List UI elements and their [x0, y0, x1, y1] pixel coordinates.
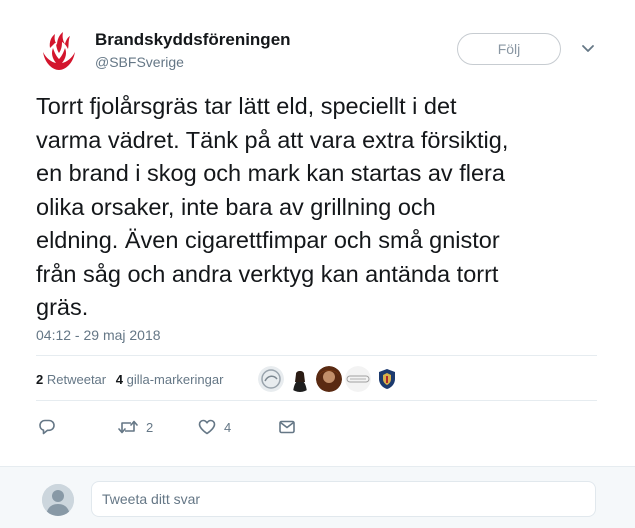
reply-icon: [39, 419, 55, 435]
liker-avatar-4[interactable]: [345, 366, 371, 392]
likes-count: 4: [115, 372, 123, 387]
author-avatar[interactable]: [35, 26, 83, 74]
tweet-text: Torrt fjolårsgräs tar lätt eld, speciell…: [36, 93, 509, 320]
tweet-timestamp[interactable]: 04:12 - 29 maj 2018: [36, 327, 161, 343]
liker-avatar-5[interactable]: [374, 366, 400, 392]
retweet-count: 2: [146, 419, 154, 435]
flame-logo-icon: [35, 26, 83, 74]
retweet-icon: [118, 420, 138, 434]
author-name[interactable]: Brandskyddsföreningen: [95, 30, 291, 50]
liker-avatar-1[interactable]: [258, 366, 284, 392]
retweets-count: 2: [36, 372, 44, 387]
heart-icon: [198, 419, 216, 435]
follow-button[interactable]: Följ: [457, 33, 561, 65]
liker-avatar-3[interactable]: [316, 366, 342, 392]
retweets-stat[interactable]: 2 Retweetar: [36, 372, 106, 387]
reply-button[interactable]: [38, 417, 56, 437]
engagement-stats: 2 Retweetar 4 gilla-markeringar: [36, 372, 229, 387]
likes-label: gilla-markeringar: [126, 372, 224, 387]
direct-message-button[interactable]: [278, 417, 296, 437]
reply-area: [0, 466, 635, 528]
like-count: 4: [224, 419, 232, 435]
default-avatar-icon: [42, 484, 74, 516]
retweets-label: Retweetar: [46, 372, 107, 387]
user-avatar[interactable]: [42, 484, 74, 516]
envelope-icon: [279, 420, 295, 434]
chevron-down-icon[interactable]: [580, 42, 596, 56]
divider: [36, 400, 597, 401]
likes-stat[interactable]: 4 gilla-markeringar: [116, 372, 224, 387]
like-button[interactable]: 4: [198, 417, 231, 437]
tweet-card: Brandskyddsföreningen @SBFSverige Följ T…: [0, 0, 635, 466]
reply-input[interactable]: [91, 481, 596, 517]
divider: [36, 355, 597, 356]
retweet-button[interactable]: 2: [118, 417, 153, 437]
author-handle[interactable]: @SBFSverige: [95, 54, 184, 70]
liker-avatar-2[interactable]: [287, 366, 313, 392]
